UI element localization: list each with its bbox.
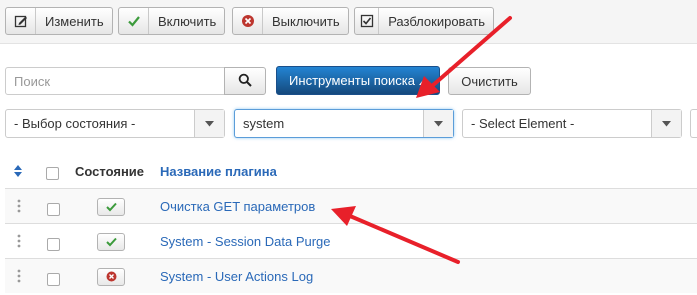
unlock-button[interactable]: Разблокировать	[354, 7, 494, 35]
plugin-name-link[interactable]: System - User Actions Log	[160, 269, 313, 284]
table-row: System - User Actions Log	[5, 258, 697, 293]
chevron-down-icon	[194, 110, 224, 137]
plugin-name-link[interactable]: System - Session Data Purge	[160, 234, 331, 249]
next-filter-select[interactable]	[690, 109, 697, 138]
disable-button-label: Выключить	[272, 13, 340, 29]
element-filter-select[interactable]: - Select Element -	[462, 109, 682, 138]
clear-button[interactable]: Очистить	[448, 67, 531, 95]
sort-order-icon[interactable]	[14, 155, 22, 187]
edit-button[interactable]: Изменить	[5, 7, 113, 35]
checkbox-icon	[355, 8, 380, 34]
plugin-name-column-header[interactable]: Название плагина	[160, 155, 277, 187]
status-toggle-button[interactable]	[97, 233, 125, 251]
select-all-checkbox[interactable]	[46, 167, 59, 180]
chevron-down-icon	[651, 110, 681, 137]
drag-handle-icon[interactable]	[17, 199, 21, 216]
state-filter-select[interactable]: - Выбор состояния -	[5, 109, 225, 138]
state-filter-value: - Выбор состояния -	[14, 116, 136, 131]
table-row: Очистка GET параметров	[5, 188, 697, 223]
cancel-circle-icon	[233, 8, 263, 34]
enable-button[interactable]: Включить	[118, 7, 226, 35]
checkmark-icon	[119, 8, 149, 34]
search-tools-label: Инструменты поиска	[289, 73, 415, 88]
status-toggle-button[interactable]	[97, 268, 125, 286]
disable-button[interactable]: Выключить	[232, 7, 349, 35]
row-checkbox[interactable]	[47, 238, 60, 251]
search-input[interactable]	[5, 67, 225, 95]
caret-up-icon	[418, 73, 427, 88]
row-checkbox[interactable]	[47, 273, 60, 286]
checkmark-icon	[105, 200, 117, 215]
toolbar: Изменить Включить Выключить Разблокирова…	[0, 0, 697, 44]
search-button[interactable]	[224, 67, 266, 95]
search-icon	[238, 73, 252, 90]
status-toggle-button[interactable]	[97, 198, 125, 216]
clear-button-label: Очистить	[461, 73, 518, 89]
chevron-down-icon	[423, 110, 453, 137]
enable-button-label: Включить	[158, 13, 217, 29]
folder-filter-select[interactable]: system	[234, 109, 454, 138]
folder-filter-value: system	[243, 116, 285, 131]
checkmark-icon	[105, 235, 117, 250]
edit-button-label: Изменить	[45, 13, 104, 29]
cancel-circle-icon	[106, 270, 117, 285]
search-tools-button[interactable]: Инструменты поиска	[276, 66, 440, 95]
plugin-name-link[interactable]: Очистка GET параметров	[160, 199, 315, 214]
status-column-header[interactable]: Состояние	[75, 155, 144, 187]
drag-handle-icon[interactable]	[17, 234, 21, 251]
table-row: System - Session Data Purge	[5, 223, 697, 258]
unlock-button-label: Разблокировать	[388, 13, 485, 29]
element-filter-value: - Select Element -	[471, 116, 575, 131]
drag-handle-icon[interactable]	[17, 269, 21, 286]
row-checkbox[interactable]	[47, 203, 60, 216]
edit-icon	[6, 8, 36, 34]
